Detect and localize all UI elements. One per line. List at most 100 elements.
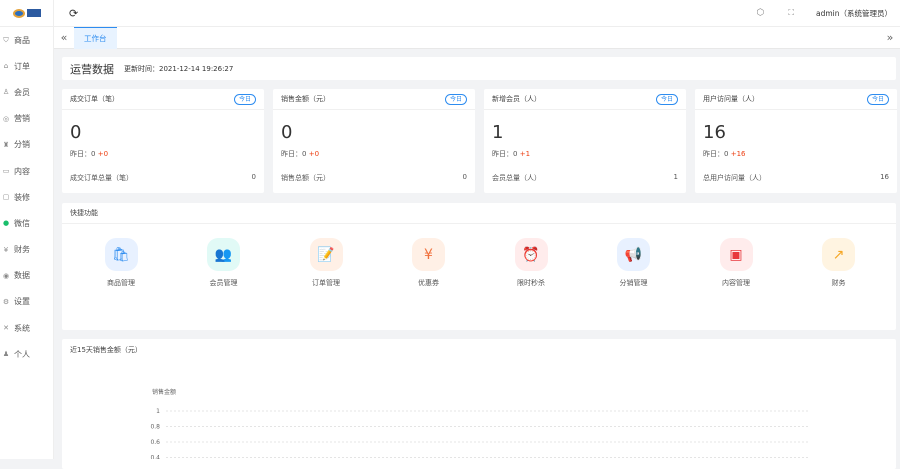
- delta-value: +1: [519, 150, 531, 158]
- tab-workbench[interactable]: 工作台: [74, 26, 117, 49]
- quick-icon: ⏰: [514, 238, 548, 271]
- stat-value: 0: [70, 122, 82, 143]
- cart-icon: ⛉: [3, 35, 9, 44]
- stat-card: 销售金额（元） 今日 0 昨日：0 +0 销售总额（元） 0: [273, 89, 475, 193]
- sidebar-item[interactable]: ◎ 营销: [0, 106, 53, 132]
- content-icon: ▭: [2, 167, 10, 176]
- decorate-icon: ▢: [2, 193, 10, 202]
- sidebar-item[interactable]: ⌂ 订单: [0, 53, 53, 79]
- quick-label: 分销管理: [619, 279, 648, 287]
- logo[interactable]: [0, 0, 53, 27]
- sidebar-item-label: 设置: [14, 297, 30, 307]
- sidebar-item-label: 微信: [14, 218, 30, 228]
- quick-item[interactable]: ↗ 财务: [809, 238, 869, 288]
- expand-right-icon[interactable]: »: [880, 31, 900, 44]
- sidebar-item[interactable]: ♟ 个人: [0, 341, 53, 367]
- quick-item[interactable]: ▣ 内容管理: [706, 238, 766, 288]
- total-value: 0: [251, 173, 256, 181]
- sidebar-item-label: 内容: [14, 166, 30, 176]
- stat-value: 0: [281, 122, 293, 143]
- today-badge[interactable]: 今日: [233, 93, 256, 105]
- y-axis-label: 销售金额: [152, 388, 176, 396]
- wechat-icon: ●: [2, 219, 10, 228]
- sales-chart-card: 近15天销售金额（元） 销售金额 1 0.8 0.6 0.4: [62, 339, 896, 469]
- sidebar-item[interactable]: ▭ 内容: [0, 158, 53, 184]
- y-tick-label: 0.6: [150, 439, 160, 446]
- fullscreen-icon[interactable]: ⛶: [788, 8, 794, 18]
- system-icon: ✕: [3, 324, 9, 333]
- sidebar-item[interactable]: ▢ 装修: [0, 184, 53, 210]
- yesterday-label: 昨日：: [70, 150, 91, 158]
- refresh-icon[interactable]: ⟳: [69, 7, 78, 20]
- data-icon: ◉: [2, 271, 10, 280]
- y-tick-label: 0.8: [150, 424, 160, 431]
- stat-card: 新增会员（人） 今日 1 昨日：0 +1 会员总量（人） 1: [484, 89, 686, 193]
- delta-value: +0: [97, 150, 109, 158]
- quick-item[interactable]: ¥ 优惠券: [399, 238, 459, 288]
- sidebar-item[interactable]: ⛉ 商品: [0, 27, 53, 53]
- quick-icon: ¥: [412, 238, 445, 271]
- quick-item[interactable]: 🛍 商品管理: [91, 238, 151, 288]
- update-time: 2021-12-14 19:26:27: [159, 64, 234, 73]
- delta-value: +16: [730, 150, 746, 158]
- stat-card: 用户访问量（人） 今日 16 昨日：0 +16 总用户访问量（人） 16: [695, 89, 897, 193]
- marketing-icon: ◎: [2, 114, 10, 123]
- quick-item[interactable]: 📝 订单管理: [296, 238, 356, 288]
- yesterday-label: 昨日：: [492, 150, 513, 158]
- stat-title: 新增会员（人）: [492, 95, 541, 103]
- stat-value: 1: [492, 122, 504, 143]
- quick-label: 财务: [831, 279, 846, 287]
- quick-icon: ↗: [822, 238, 855, 271]
- quick-item[interactable]: ⏰ 限时秒杀: [501, 238, 561, 288]
- quick-icon: 🛍: [104, 238, 138, 271]
- sidebar-item[interactable]: ⚙ 设置: [0, 289, 53, 315]
- sidebar-item[interactable]: ♜ 分销: [0, 132, 53, 158]
- tag-icon[interactable]: ⬡: [757, 8, 765, 18]
- delta-value: +0: [308, 150, 320, 158]
- sidebar-item-label: 个人: [14, 349, 30, 359]
- sidebar-item-label: 订单: [14, 61, 30, 71]
- quick-label: 内容管理: [722, 279, 750, 287]
- quick-icon: 📢: [617, 238, 650, 271]
- total-value: 16: [880, 173, 889, 181]
- sidebar-item-label: 营销: [14, 114, 30, 124]
- today-badge[interactable]: 今日: [655, 93, 678, 105]
- yesterday-value: 0: [513, 150, 518, 158]
- yesterday-value: 0: [302, 150, 307, 158]
- user-icon: ♙: [2, 88, 10, 97]
- quick-item[interactable]: 📢 分销管理: [604, 238, 664, 288]
- top-bar: ⟳ ⬡ ⛶ admin（系统管理员）: [54, 0, 900, 27]
- sidebar-item[interactable]: ✕ 系统: [0, 315, 53, 341]
- collapse-left-icon[interactable]: «: [54, 31, 74, 44]
- finance-icon: ¥: [3, 245, 9, 254]
- today-badge[interactable]: 今日: [866, 93, 889, 105]
- sidebar-item[interactable]: ¥ 财务: [0, 237, 53, 263]
- tab-bar: « 工作台 »: [54, 26, 900, 49]
- sidebar-item-label: 装修: [14, 192, 30, 202]
- stat-title: 用户访问量（人）: [703, 95, 759, 103]
- sidebar-item[interactable]: ♙ 会员: [0, 79, 53, 105]
- stat-title: 成交订单（笔）: [70, 95, 119, 103]
- quick-icon: ▣: [719, 238, 753, 271]
- quick-icon: 👥: [207, 238, 240, 271]
- yesterday-label: 昨日：: [703, 150, 724, 158]
- update-label: 更新时间：: [124, 64, 159, 73]
- stat-card: 成交订单（笔） 今日 0 昨日：0 +0 成交订单总量（笔） 0: [62, 89, 264, 193]
- sidebar-item-label: 分销: [14, 140, 30, 150]
- quick-title: 快捷功能: [70, 209, 98, 217]
- sidebar-item[interactable]: ● 微信: [0, 210, 53, 236]
- total-label: 会员总量（人）: [492, 174, 541, 182]
- sidebar-item-label: 商品: [14, 35, 30, 45]
- sidebar-item[interactable]: ◉ 数据: [0, 263, 53, 289]
- user-menu[interactable]: admin（系统管理员）: [816, 8, 892, 19]
- sales-chart: 销售金额 1 0.8 0.6 0.4: [150, 388, 808, 459]
- distribution-icon: ♜: [2, 140, 10, 149]
- yesterday-label: 昨日：: [281, 150, 302, 158]
- page-title: 运营数据: [70, 62, 114, 76]
- stat-title: 销售金额（元）: [281, 95, 330, 103]
- sidebar-item-label: 系统: [14, 323, 30, 333]
- quick-label: 商品管理: [107, 279, 135, 287]
- yesterday-value: 0: [91, 150, 96, 158]
- quick-item[interactable]: 👥 会员管理: [194, 238, 254, 288]
- today-badge[interactable]: 今日: [444, 93, 467, 105]
